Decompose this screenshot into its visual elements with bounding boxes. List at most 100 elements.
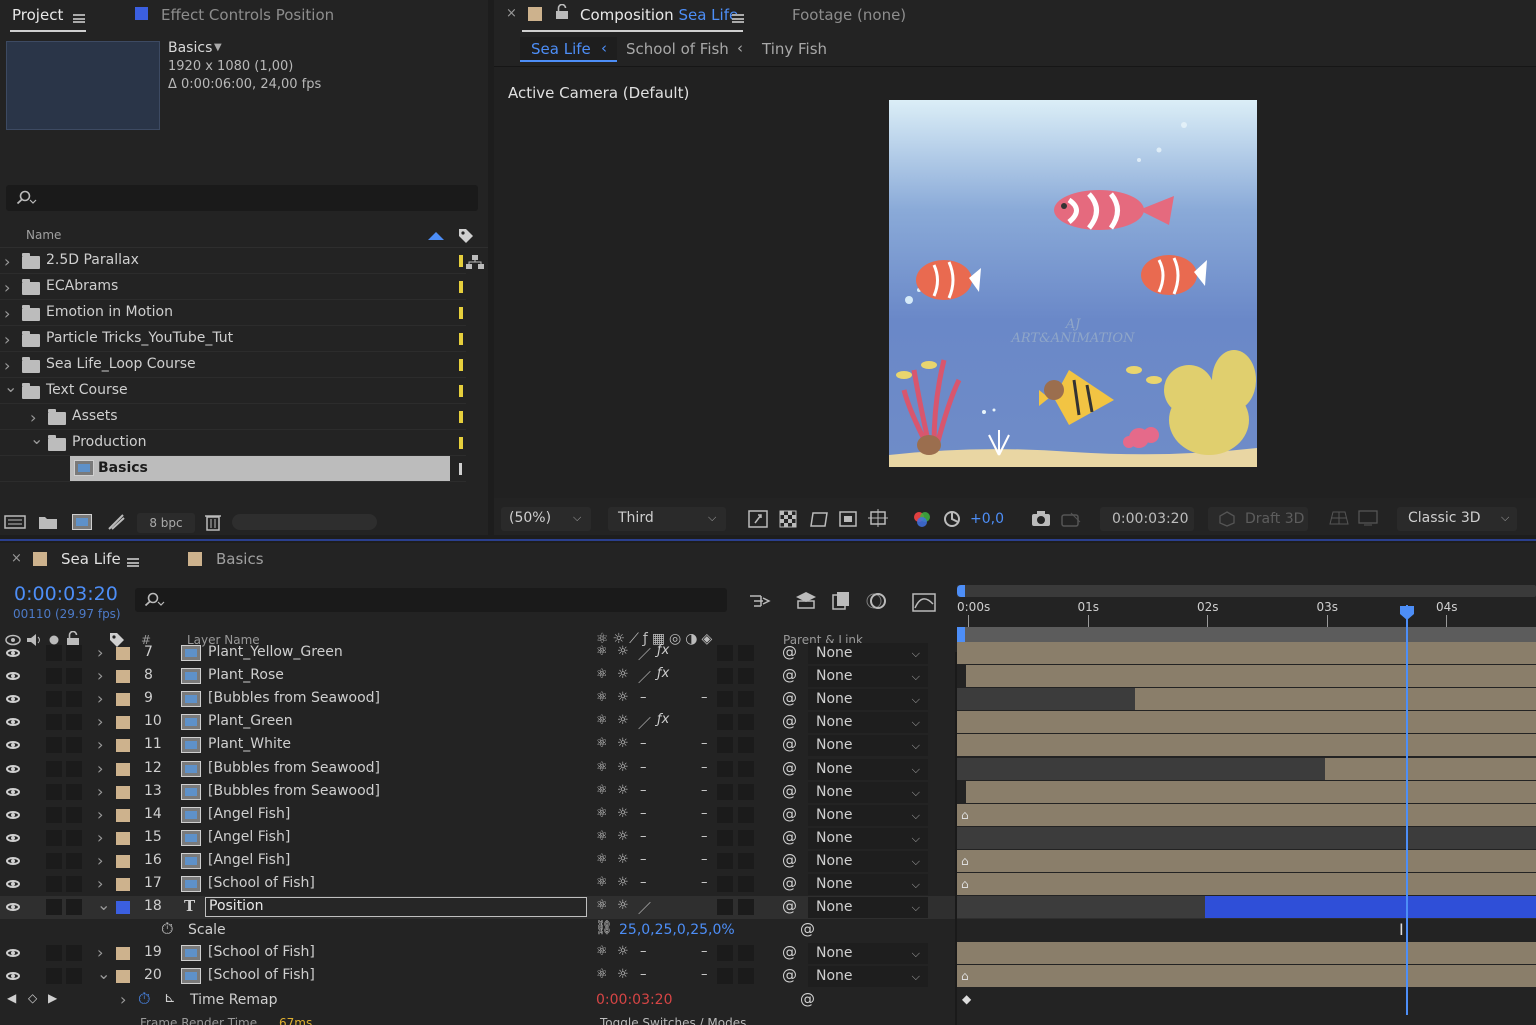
- effect-controls-tab[interactable]: Effect Controls Position: [161, 6, 334, 24]
- adjustment-switch[interactable]: [717, 645, 733, 661]
- quality-switch-icon[interactable]: ☼: [617, 944, 629, 959]
- lock-switch[interactable]: [66, 760, 82, 777]
- label-color-swatch[interactable]: [116, 901, 130, 915]
- label-color-swatch[interactable]: [116, 854, 130, 868]
- label-color-swatch[interactable]: [116, 693, 130, 707]
- pickwhip-spiral-icon[interactable]: @: [782, 643, 797, 661]
- timeline-tab-sea-life[interactable]: Sea Life: [61, 550, 121, 568]
- label-color-swatch[interactable]: [459, 255, 463, 267]
- quality-dash-icon[interactable]: –: [640, 806, 647, 821]
- layer-row[interactable]: › 16 [Angel Fish] ⚛ ☼ – – @ None ⌵ ⌂: [0, 849, 1536, 873]
- layer-row[interactable]: › 8 Plant_Rose ⚛ ☼ ／ ƒx @ None ⌵: [0, 665, 1536, 688]
- solo-switch[interactable]: [46, 806, 62, 823]
- solo-switch[interactable]: [46, 876, 62, 892]
- eye-icon[interactable]: [6, 880, 20, 888]
- column-name-label[interactable]: Name: [26, 228, 61, 242]
- shy-switch-icon[interactable]: ⚛: [596, 667, 608, 682]
- chevron-right-icon[interactable]: ›: [97, 828, 103, 847]
- shy-switch-icon[interactable]: ⚛: [596, 829, 608, 844]
- new-folder-icon[interactable]: [38, 514, 58, 530]
- chevron-right-icon[interactable]: ›: [97, 643, 103, 662]
- eye-icon[interactable]: [6, 833, 20, 842]
- timeline-tab-basics[interactable]: Basics: [216, 550, 264, 568]
- 3d-layer-switch[interactable]: [738, 668, 754, 685]
- draft-3d-shy-icon[interactable]: [795, 591, 817, 609]
- chevron-right-icon[interactable]: ›: [30, 408, 36, 427]
- motion-blur-dash-icon[interactable]: –: [701, 736, 708, 751]
- exposure-value[interactable]: +0,0: [970, 511, 1004, 527]
- navigator-start-handle[interactable]: [957, 585, 965, 597]
- layer-duration-bar[interactable]: [957, 734, 1536, 757]
- quality-slash-icon[interactable]: ／: [638, 898, 651, 917]
- solo-switch[interactable]: [46, 645, 62, 661]
- layer-duration-bar[interactable]: [966, 780, 1536, 803]
- shy-switch-icon[interactable]: ⚛: [596, 736, 608, 751]
- lock-switch[interactable]: [66, 668, 82, 685]
- eye-icon[interactable]: [6, 649, 20, 657]
- composition-canvas[interactable]: AJ ART&ANIMATION: [889, 100, 1257, 467]
- layer-row[interactable]: › 7 Plant_Yellow_Green ⚛ ☼ ／ ƒx @ None ⌵: [0, 642, 1536, 665]
- shy-switch-icon[interactable]: ⚛: [596, 690, 608, 705]
- eye-icon[interactable]: [6, 856, 20, 865]
- quality-switch-icon[interactable]: ☼: [617, 967, 629, 982]
- motion-blur-dash-icon[interactable]: –: [701, 944, 708, 959]
- project-search-input[interactable]: [6, 185, 478, 211]
- layer-row[interactable]: › 15 [Angel Fish] ⚛ ☼ – – @ None ⌵: [0, 826, 1536, 850]
- motion-blur-dash-icon[interactable]: –: [701, 690, 708, 705]
- 3d-layer-switch[interactable]: [738, 691, 754, 708]
- constrain-proportions-icon[interactable]: ⛓: [595, 920, 613, 936]
- graph-editor-icon[interactable]: [912, 590, 936, 612]
- eye-icon[interactable]: [6, 949, 20, 958]
- label-color-swatch[interactable]: [116, 970, 130, 984]
- lock-switch[interactable]: [66, 691, 82, 708]
- adjustment-switch[interactable]: [717, 829, 733, 846]
- motion-blur-dash-icon[interactable]: –: [701, 875, 708, 890]
- layer-row[interactable]: › 10 Plant_Green ⚛ ☼ ／ ƒx @ None ⌵: [0, 711, 1536, 734]
- solo-switch[interactable]: [46, 668, 62, 685]
- layer-row[interactable]: › 17 [School of Fish] ⚛ ☼ – – @ None ⌵ ⌂: [0, 873, 1536, 896]
- quality-dash-icon[interactable]: –: [640, 852, 647, 867]
- motion-blur-dash-icon[interactable]: –: [701, 806, 708, 821]
- label-color-swatch[interactable]: [459, 333, 463, 345]
- sort-ascending-icon[interactable]: [427, 231, 445, 241]
- pickwhip-spiral-icon[interactable]: @: [782, 735, 797, 753]
- project-item-row[interactable]: ⌄ Text Course: [0, 377, 466, 404]
- quality-switch-icon[interactable]: ☼: [617, 806, 629, 821]
- layer-duration-bar[interactable]: [957, 873, 1536, 895]
- keyframe-marker-icon[interactable]: ⌂: [961, 808, 969, 822]
- layer-duration-bar[interactable]: [957, 942, 1536, 965]
- chevron-right-icon[interactable]: ›: [97, 805, 103, 824]
- label-color-swatch[interactable]: [116, 716, 130, 730]
- motion-blur-dash-icon[interactable]: –: [701, 967, 708, 982]
- timeline-current-time[interactable]: 0:00:03:20: [14, 583, 118, 605]
- label-color-swatch[interactable]: [116, 831, 130, 845]
- label-color-swatch[interactable]: [459, 385, 463, 397]
- keyframe-marker-icon[interactable]: ⌂: [961, 854, 969, 868]
- quality-slash-icon[interactable]: ／: [638, 713, 651, 732]
- layer-row[interactable]: › 11 Plant_White ⚛ ☼ – – @ None ⌵: [0, 734, 1536, 757]
- pickwhip-spiral-icon[interactable]: @: [782, 943, 797, 961]
- parent-dropdown[interactable]: None ⌵: [808, 943, 928, 965]
- 3d-layer-switch[interactable]: [738, 714, 754, 731]
- adjustment-switch[interactable]: [717, 691, 733, 708]
- lock-icon[interactable]: [555, 4, 569, 20]
- shy-switch-icon[interactable]: ⚛: [596, 806, 608, 821]
- 3d-layer-switch[interactable]: [738, 852, 754, 869]
- quality-switch-icon[interactable]: ☼: [617, 829, 629, 844]
- shy-switch-icon[interactable]: ⚛: [596, 644, 608, 659]
- graph-icon[interactable]: ⊾: [164, 990, 176, 1006]
- trash-icon[interactable]: [205, 513, 221, 531]
- breadcrumb-school-of-fish[interactable]: School of Fish: [626, 40, 729, 58]
- region-of-interest-icon[interactable]: [839, 510, 857, 528]
- 3d-layer-switch[interactable]: [738, 737, 754, 754]
- quality-dash-icon[interactable]: –: [640, 736, 647, 751]
- quality-switch-icon[interactable]: ☼: [617, 760, 629, 775]
- solo-switch[interactable]: [46, 691, 62, 708]
- render-queue-icon[interactable]: [106, 513, 126, 531]
- 3d-ground-plane-icon[interactable]: [1329, 511, 1349, 525]
- timeline-search-input[interactable]: [135, 588, 727, 612]
- solo-switch[interactable]: [46, 714, 62, 731]
- lock-switch[interactable]: [66, 968, 82, 985]
- shy-switch-icon[interactable]: ⚛: [596, 898, 608, 913]
- 3d-view-icon[interactable]: [1358, 510, 1378, 526]
